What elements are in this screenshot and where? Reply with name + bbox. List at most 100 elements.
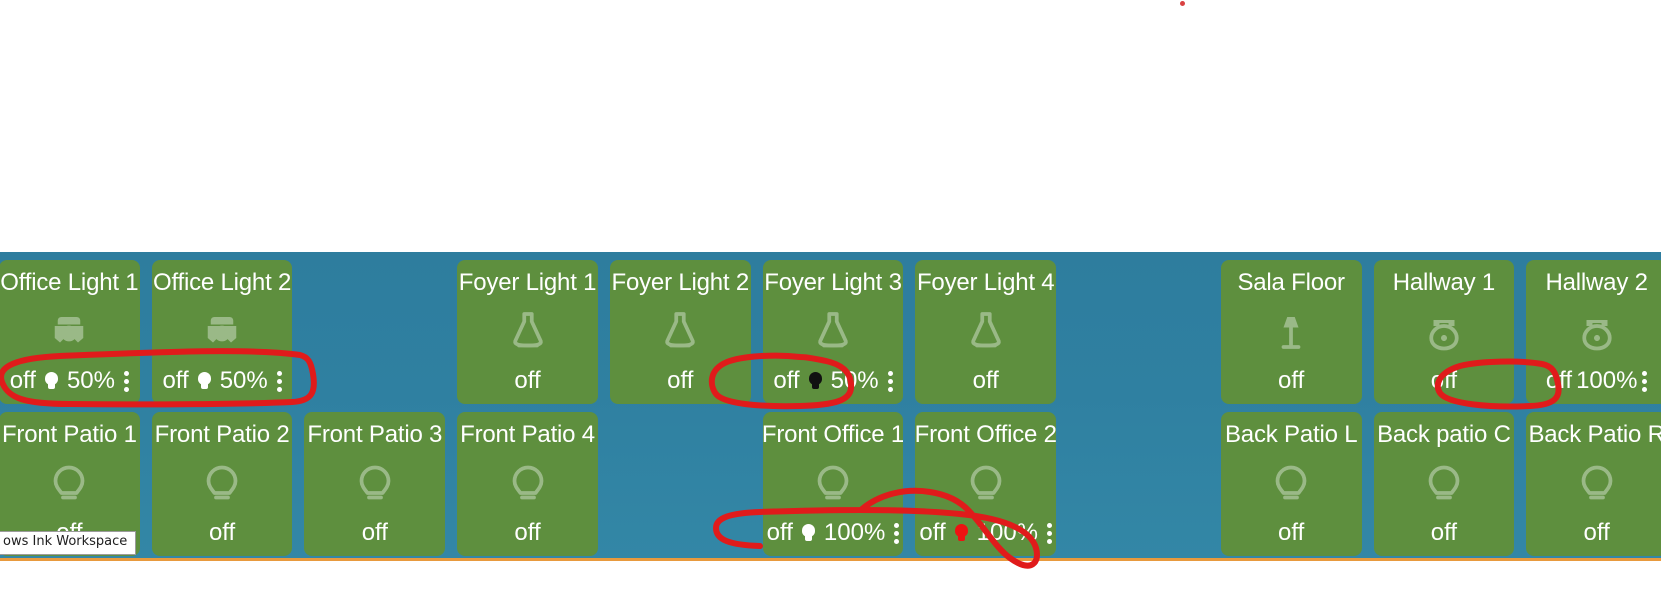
red-ink-dot — [1180, 1, 1185, 6]
light-card[interactable]: Back Patio R off — [1526, 412, 1661, 556]
light-card[interactable]: Foyer Light 3 off 50% — [762, 260, 904, 404]
pendant-lamp-icon — [1374, 296, 1515, 367]
light-card-title: Sala Floor — [1237, 269, 1345, 296]
bulb-icon — [457, 448, 598, 519]
light-card[interactable]: Back Patio L off — [1220, 412, 1362, 556]
light-state-label: off — [9, 367, 36, 394]
brightness-percent-label: 100% — [976, 519, 1039, 546]
grid-cell — [1062, 256, 1215, 408]
light-card-status-row[interactable]: off — [1584, 519, 1610, 547]
light-card-grid: Office Light 1 off 50% Office Light 2 off 50%… — [0, 256, 1661, 560]
grid-cell: Back Patio R off — [1520, 408, 1661, 560]
grid-cell: Front Patio 2 off — [146, 408, 299, 560]
reflector-bulb-icon — [457, 296, 598, 367]
grid-cell — [1062, 408, 1215, 560]
light-card[interactable]: Foyer Light 4 off — [915, 260, 1057, 404]
light-state-label: off — [919, 519, 946, 546]
more-options-kebab-icon[interactable] — [1642, 370, 1648, 392]
light-card-status-row[interactable]: off — [1278, 519, 1304, 547]
light-card-title: Back patio C — [1377, 421, 1511, 448]
light-card[interactable]: Hallway 1 off — [1373, 260, 1515, 404]
light-card-title: Front Patio 2 — [154, 421, 290, 448]
bulb-icon — [1374, 448, 1515, 519]
light-card-status-row[interactable]: off — [1431, 519, 1457, 547]
light-card-status-row[interactable]: off 100% — [767, 519, 900, 547]
grid-cell: Hallway 1 off — [1368, 256, 1521, 408]
bulb-indicator-icon[interactable] — [801, 523, 816, 543]
light-card-status-row[interactable]: off 50% — [10, 367, 129, 395]
light-card[interactable]: Hallway 2 off 100% — [1526, 260, 1661, 404]
light-state-label: off — [1278, 519, 1305, 546]
light-card-status-row[interactable]: off 100% — [919, 519, 1053, 547]
bulb-indicator-icon[interactable] — [44, 371, 59, 391]
page-top-whitespace — [0, 0, 1661, 252]
light-state-label: off — [972, 367, 999, 394]
light-card-title: Office Light 1 — [0, 269, 139, 296]
light-card-title: Hallway 2 — [1545, 269, 1648, 296]
brightness-percent-label: 50% — [66, 367, 115, 394]
grid-cell: Front Office 1 off 100% — [757, 408, 910, 560]
reflector-bulb-icon — [763, 296, 904, 367]
light-card-title: Foyer Light 3 — [764, 269, 902, 296]
light-card-title: Back Patio L — [1225, 421, 1358, 448]
light-card[interactable]: Front Patio 3 off — [304, 412, 446, 556]
light-state-label: off — [514, 519, 541, 546]
grid-cell: Back patio C off — [1368, 408, 1521, 560]
light-card-title: Back Patio R — [1528, 421, 1661, 448]
light-card-title: Front Office 1 — [762, 421, 904, 448]
grid-cell: Foyer Light 3 off 50% — [757, 256, 910, 408]
light-card-title: Front Patio 1 — [1, 421, 137, 448]
light-state-label: off — [1545, 367, 1573, 394]
light-state-label: off — [1430, 367, 1458, 394]
light-card-status-row[interactable]: off 100% — [1546, 367, 1648, 395]
light-card[interactable]: Foyer Light 2 off — [609, 260, 751, 404]
light-card-status-row[interactable]: off — [514, 519, 540, 547]
grid-cell: Foyer Light 1 off — [451, 256, 604, 408]
light-card-status-row[interactable]: off 50% — [162, 367, 282, 395]
more-options-kebab-icon[interactable] — [124, 370, 129, 392]
bulb-icon — [763, 448, 904, 519]
windows-ink-workspace-tooltip: ows Ink Workspace — [0, 531, 137, 555]
light-card-status-row[interactable]: off — [1431, 367, 1457, 395]
light-card[interactable]: Office Light 1 off 50% — [0, 260, 140, 404]
light-card[interactable]: Sala Floor off — [1220, 260, 1362, 404]
light-card[interactable]: Front Patio 4 off — [457, 412, 598, 556]
light-state-label: off — [1278, 367, 1305, 394]
more-options-kebab-icon[interactable] — [894, 522, 900, 544]
light-card-title: Hallway 1 — [1392, 269, 1496, 296]
light-state-label: off — [773, 367, 800, 394]
light-state-label: off — [766, 519, 793, 546]
page-bottom-whitespace — [0, 561, 1661, 616]
light-card-status-row[interactable]: off — [1278, 367, 1304, 395]
light-card[interactable]: Front Office 1 off 100% — [762, 412, 904, 556]
bulb-icon — [304, 448, 445, 519]
light-card[interactable]: Office Light 2 off 50% — [151, 260, 293, 404]
light-card-status-row[interactable]: off — [209, 519, 235, 547]
light-card-title: Foyer Light 2 — [611, 269, 750, 296]
grid-cell: Foyer Light 2 off — [604, 256, 757, 408]
light-card[interactable]: Foyer Light 1 off — [457, 260, 598, 404]
light-card[interactable]: Front Patio 2 off — [151, 412, 293, 556]
bulb-indicator-icon[interactable] — [954, 523, 969, 543]
light-card-status-row[interactable]: off — [514, 367, 540, 395]
brightness-percent-label: 100% — [823, 519, 886, 546]
bulb-indicator-icon[interactable] — [808, 371, 823, 391]
more-options-kebab-icon[interactable] — [276, 370, 282, 392]
bulb-icon — [1526, 448, 1661, 519]
more-options-kebab-icon[interactable] — [1047, 522, 1053, 544]
flood-light-icon — [0, 296, 140, 367]
bulb-icon — [1221, 448, 1362, 519]
light-state-label: off — [1430, 519, 1458, 546]
light-card[interactable]: Back patio C off — [1373, 412, 1515, 556]
grid-cell: Sala Floor off — [1215, 256, 1368, 408]
grid-cell — [604, 408, 757, 560]
light-state-label: off — [162, 367, 189, 394]
more-options-kebab-icon[interactable] — [887, 370, 893, 392]
light-card-status-row[interactable]: off 50% — [773, 367, 893, 395]
light-card-status-row[interactable]: off — [667, 367, 693, 395]
bulb-icon — [915, 448, 1056, 519]
light-card[interactable]: Front Office 2 off 100% — [915, 412, 1057, 556]
light-card-status-row[interactable]: off — [973, 367, 999, 395]
bulb-indicator-icon[interactable] — [197, 371, 212, 391]
light-card-status-row[interactable]: off — [362, 519, 388, 547]
